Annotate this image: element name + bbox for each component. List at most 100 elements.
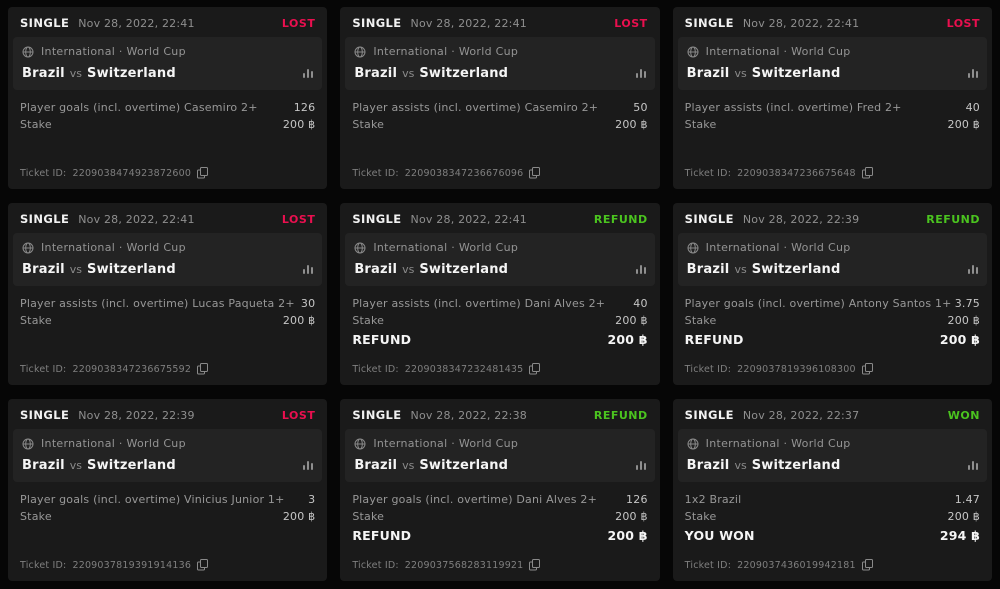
bet-ticket-card: SINGLE Nov 28, 2022, 22:41 LOST Internat… bbox=[8, 7, 327, 189]
away-team: Switzerland bbox=[419, 458, 508, 473]
ticket-id-row: Ticket ID: 2209037819396108300 bbox=[673, 363, 992, 385]
stake-value: 200 ฿ bbox=[948, 508, 981, 525]
bet-selection-label: Player assists (incl. overtime) Fred 2+ bbox=[685, 99, 902, 116]
bar-chart-icon[interactable] bbox=[303, 69, 313, 78]
copy-icon[interactable] bbox=[529, 559, 540, 571]
ticket-id-prefix: Ticket ID: bbox=[352, 168, 398, 179]
ticket-id-value: 2209038347236676096 bbox=[405, 168, 524, 179]
globe-icon bbox=[354, 242, 366, 254]
copy-icon[interactable] bbox=[529, 167, 540, 179]
globe-icon bbox=[354, 438, 366, 450]
copy-icon[interactable] bbox=[862, 559, 873, 571]
bet-ticket-card: SINGLE Nov 28, 2022, 22:39 REFUND Intern… bbox=[673, 203, 992, 385]
bet-selection-label: Player goals (incl. overtime) Casemiro 2… bbox=[20, 99, 258, 116]
ticket-id-value: 2209038347232481435 bbox=[405, 364, 524, 375]
globe-icon bbox=[687, 242, 699, 254]
ticket-id-value: 2209038347236675592 bbox=[72, 364, 191, 375]
bet-type-label: SINGLE bbox=[20, 408, 69, 422]
ticket-id-row: Ticket ID: 2209037568283119921 bbox=[340, 559, 659, 581]
home-team: Brazil bbox=[687, 262, 730, 277]
bet-datetime: Nov 28, 2022, 22:41 bbox=[743, 17, 859, 30]
bet-type-label: SINGLE bbox=[20, 16, 69, 30]
result-value: 200 ฿ bbox=[608, 525, 648, 546]
bar-chart-icon[interactable] bbox=[303, 265, 313, 274]
bet-lines: Player assists (incl. overtime) Dani Alv… bbox=[340, 286, 659, 350]
vs-label: vs bbox=[734, 459, 746, 472]
league-row: International · World Cup bbox=[354, 437, 645, 450]
copy-icon[interactable] bbox=[197, 167, 208, 179]
ticket-id-value: 2209037819396108300 bbox=[737, 364, 856, 375]
bet-lines: Player assists (incl. overtime) Casemiro… bbox=[340, 90, 659, 133]
vs-label: vs bbox=[402, 67, 414, 80]
card-header: SINGLE Nov 28, 2022, 22:38 REFUND bbox=[340, 399, 659, 429]
bet-odds-value: 40 bbox=[633, 295, 647, 312]
bet-lines: 1x2 Brazil 1.47 Stake 200 ฿ YOU WON 294 … bbox=[673, 482, 992, 546]
away-team: Switzerland bbox=[752, 66, 841, 81]
league-label: International · World Cup bbox=[706, 241, 851, 254]
bar-chart-icon[interactable] bbox=[636, 461, 646, 470]
stake-label: Stake bbox=[685, 116, 717, 133]
bar-chart-icon[interactable] bbox=[968, 69, 978, 78]
bet-history-grid: SINGLE Nov 28, 2022, 22:41 LOST Internat… bbox=[0, 0, 1000, 588]
bar-chart-icon[interactable] bbox=[968, 265, 978, 274]
bet-odds-value: 3.75 bbox=[955, 295, 980, 312]
vs-label: vs bbox=[734, 67, 746, 80]
league-row: International · World Cup bbox=[354, 241, 645, 254]
stake-value: 200 ฿ bbox=[283, 508, 316, 525]
bet-selection-row: Player assists (incl. overtime) Dani Alv… bbox=[352, 295, 647, 312]
result-value: 200 ฿ bbox=[608, 329, 648, 350]
copy-icon[interactable] bbox=[529, 363, 540, 375]
home-team: Brazil bbox=[687, 458, 730, 473]
bar-chart-icon[interactable] bbox=[636, 69, 646, 78]
stake-row: Stake 200 ฿ bbox=[20, 116, 315, 133]
bet-selection-label: Player assists (incl. overtime) Lucas Pa… bbox=[20, 295, 295, 312]
ticket-id-row: Ticket ID: 2209038474923872600 bbox=[8, 167, 327, 189]
result-value: 294 ฿ bbox=[940, 525, 980, 546]
match-panel: International · World Cup Brazil vs Swit… bbox=[678, 233, 987, 286]
ticket-id-row: Ticket ID: 2209038347236675648 bbox=[673, 167, 992, 189]
league-label: International · World Cup bbox=[41, 45, 186, 58]
ticket-id-value: 2209037819391914136 bbox=[72, 560, 191, 571]
card-header: SINGLE Nov 28, 2022, 22:41 LOST bbox=[8, 7, 327, 37]
status-badge: WON bbox=[948, 409, 980, 422]
bet-selection-label: Player goals (incl. overtime) Dani Alves… bbox=[352, 491, 597, 508]
copy-icon[interactable] bbox=[862, 363, 873, 375]
stake-row: Stake 200 ฿ bbox=[20, 312, 315, 329]
bet-type-label: SINGLE bbox=[20, 212, 69, 226]
home-team: Brazil bbox=[687, 66, 730, 81]
bet-datetime: Nov 28, 2022, 22:41 bbox=[411, 213, 527, 226]
league-label: International · World Cup bbox=[41, 241, 186, 254]
stake-label: Stake bbox=[352, 312, 384, 329]
league-row: International · World Cup bbox=[687, 241, 978, 254]
stake-row: Stake 200 ฿ bbox=[685, 312, 980, 329]
bar-chart-icon[interactable] bbox=[968, 461, 978, 470]
stake-row: Stake 200 ฿ bbox=[685, 508, 980, 525]
teams-row: Brazil vs Switzerland bbox=[354, 66, 645, 81]
copy-icon[interactable] bbox=[197, 363, 208, 375]
globe-icon bbox=[354, 46, 366, 58]
teams-row: Brazil vs Switzerland bbox=[22, 66, 313, 81]
teams-row: Brazil vs Switzerland bbox=[22, 262, 313, 277]
bar-chart-icon[interactable] bbox=[303, 461, 313, 470]
copy-icon[interactable] bbox=[862, 167, 873, 179]
stake-label: Stake bbox=[685, 508, 717, 525]
bet-lines: Player goals (incl. overtime) Casemiro 2… bbox=[8, 90, 327, 133]
away-team: Switzerland bbox=[87, 262, 176, 277]
vs-label: vs bbox=[402, 459, 414, 472]
bet-type-label: SINGLE bbox=[352, 16, 401, 30]
copy-icon[interactable] bbox=[197, 559, 208, 571]
bet-datetime: Nov 28, 2022, 22:41 bbox=[78, 213, 194, 226]
ticket-id-value: 2209038474923872600 bbox=[72, 168, 191, 179]
result-row: REFUND 200 ฿ bbox=[685, 329, 980, 350]
ticket-id-row: Ticket ID: 2209037436019942181 bbox=[673, 559, 992, 581]
bet-lines: Player goals (incl. overtime) Antony San… bbox=[673, 286, 992, 350]
card-header: SINGLE Nov 28, 2022, 22:41 REFUND bbox=[340, 203, 659, 233]
bet-datetime: Nov 28, 2022, 22:41 bbox=[411, 17, 527, 30]
ticket-id-value: 2209038347236675648 bbox=[737, 168, 856, 179]
status-badge: LOST bbox=[282, 213, 315, 226]
away-team: Switzerland bbox=[419, 262, 508, 277]
bar-chart-icon[interactable] bbox=[636, 265, 646, 274]
home-team: Brazil bbox=[22, 262, 65, 277]
ticket-id-value: 2209037568283119921 bbox=[405, 560, 524, 571]
match-panel: International · World Cup Brazil vs Swit… bbox=[13, 37, 322, 90]
